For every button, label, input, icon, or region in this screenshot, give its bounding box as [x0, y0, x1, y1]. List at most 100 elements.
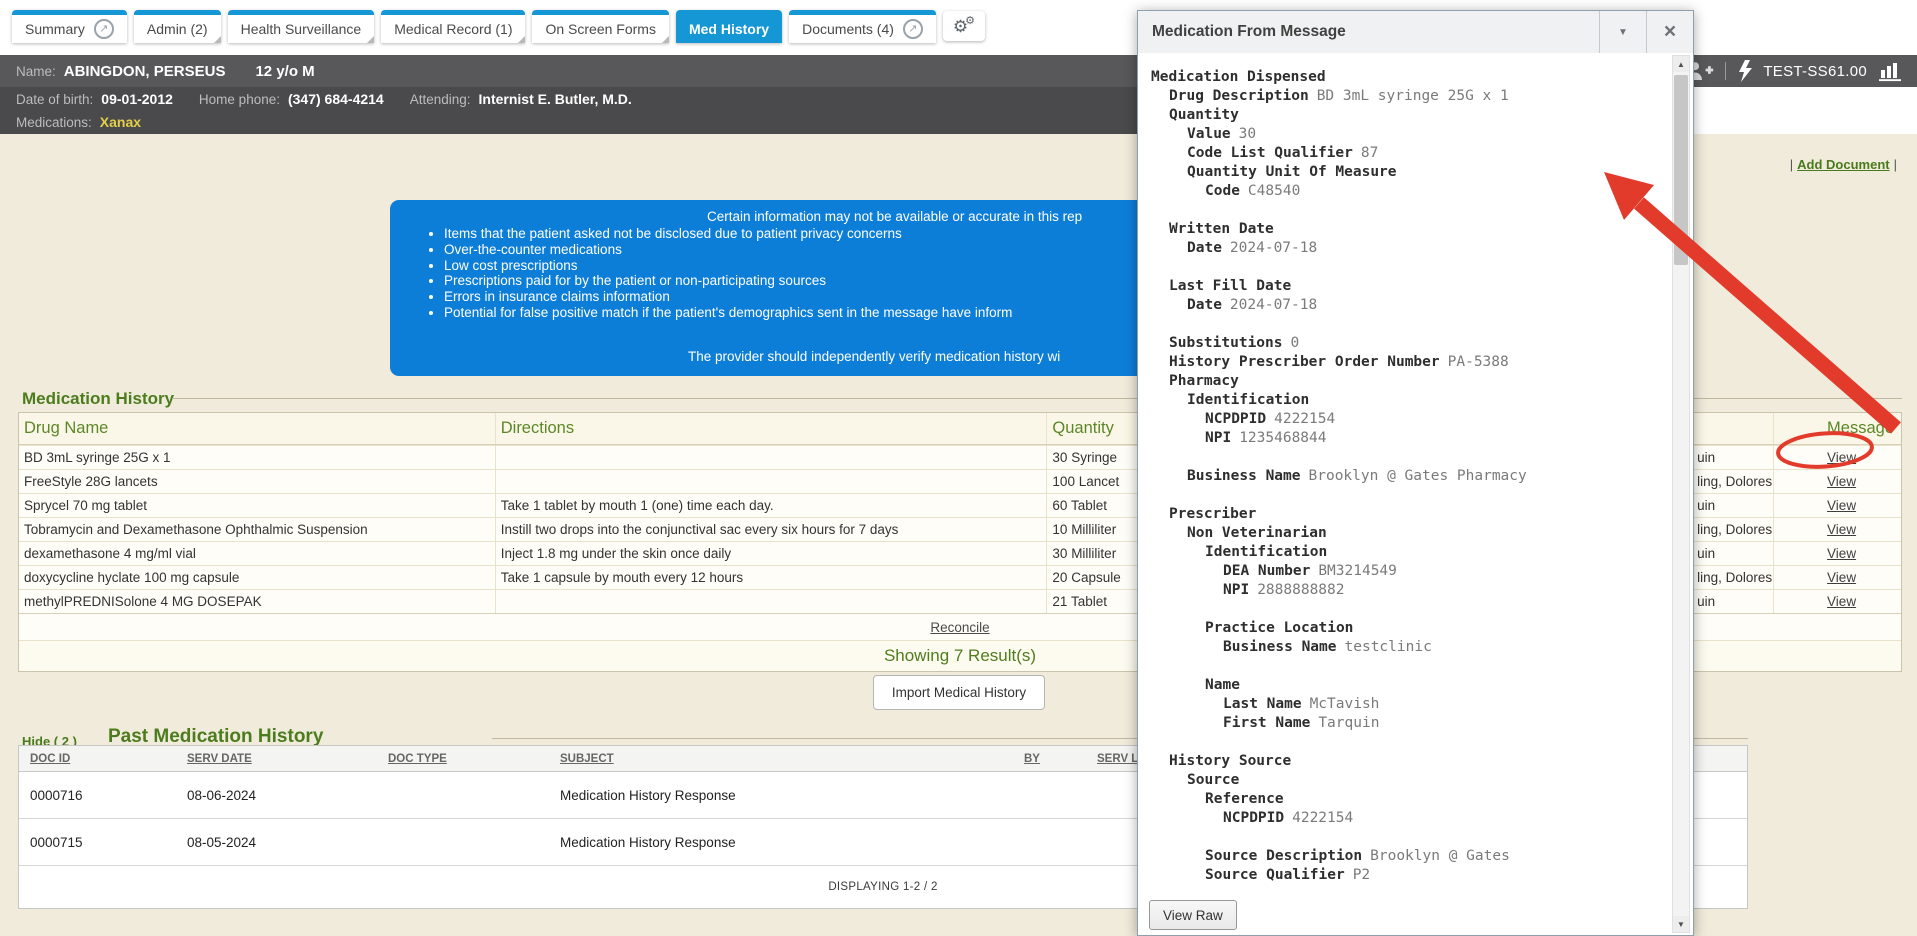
col-serv-date[interactable]: SERV DATE	[169, 746, 370, 771]
dialog-line: Identification	[1151, 391, 1659, 410]
field-label: NCPDPID	[1223, 810, 1284, 826]
field-label: Practice Location	[1205, 620, 1353, 636]
drug-name: dexamethasone 4 mg/ml vial	[19, 542, 495, 565]
view-raw-button[interactable]: View Raw	[1149, 900, 1237, 930]
view-message-link[interactable]: View	[1827, 570, 1856, 585]
by	[1004, 819, 1079, 865]
field-label: Code	[1205, 183, 1240, 199]
dialog-line: Code List Qualifier87	[1151, 144, 1659, 163]
dialog-line: Source Description Brooklyn @ Gates	[1151, 847, 1659, 866]
dialog-blank-line	[1151, 201, 1659, 220]
directions: Take 1 tablet by mouth 1 (one) time each…	[495, 494, 1047, 517]
dialog-blank-line	[1151, 486, 1659, 505]
drug-name: doxycycline hyclate 100 mg capsule	[19, 566, 495, 589]
field-label: NPI	[1223, 582, 1249, 598]
tab-med-history[interactable]: Med History	[676, 10, 782, 43]
add-document-link[interactable]: Add Document	[1797, 157, 1889, 172]
scrollbar-thumb[interactable]	[1674, 75, 1688, 265]
tab-admin[interactable]: Admin (2)	[134, 10, 221, 43]
dialog-blank-line	[1151, 828, 1659, 847]
doc-id: 0000716	[19, 772, 169, 818]
view-message-link[interactable]: View	[1827, 594, 1856, 609]
dialog-line: Drug DescriptionBD 3mL syringe 25G x 1	[1151, 87, 1659, 106]
dialog-collapse-button[interactable]: ▼	[1599, 11, 1646, 53]
field-label: Reference	[1205, 791, 1284, 807]
dialog-line: Source QualifierP2	[1151, 866, 1659, 885]
scroll-up-arrow-icon[interactable]: ▲	[1673, 56, 1689, 72]
notice-bullet: Potential for false positive match if th…	[444, 305, 1012, 321]
notice-bullet: Items that the patient asked not be disc…	[444, 226, 1012, 242]
tab-summary-label: Summary	[25, 21, 85, 37]
dialog-line: NPI1235468844	[1151, 429, 1659, 448]
settings-gears-button[interactable]: ⚙ ⚙	[943, 11, 985, 41]
lightning-icon[interactable]	[1737, 60, 1752, 82]
field-value: Brooklyn @ Gates	[1370, 848, 1510, 864]
field-label: NPI	[1205, 430, 1231, 446]
tab-med-history-label: Med History	[689, 21, 769, 37]
field-label: First Name	[1223, 715, 1310, 731]
tab-documents[interactable]: Documents (4) ↗	[789, 10, 936, 43]
external-link-circle-icon[interactable]: ↗	[94, 19, 114, 39]
view-message-link[interactable]: View	[1827, 498, 1856, 513]
notice-bullet: Over-the-counter medications	[444, 242, 1012, 258]
dialog-line: Name	[1151, 676, 1659, 695]
col-subject[interactable]: SUBJECT	[542, 746, 1004, 771]
dialog-line: Prescriber	[1151, 505, 1659, 524]
col-by[interactable]: BY	[1004, 746, 1079, 771]
doc-type	[370, 819, 542, 865]
view-message-link[interactable]: View	[1827, 450, 1856, 465]
home-phone-label: Home phone:	[199, 92, 280, 107]
directions	[495, 470, 1047, 493]
field-label: Substitutions	[1169, 335, 1283, 351]
notice-footer: The provider should independently verify…	[688, 349, 1060, 364]
field-label: Source Description	[1205, 848, 1362, 864]
patient-age-sex: 12 y/o M	[255, 63, 314, 80]
scroll-down-arrow-icon[interactable]: ▼	[1673, 916, 1689, 932]
external-link-circle-icon[interactable]: ↗	[903, 19, 923, 39]
field-label: NCPDPID	[1205, 411, 1266, 427]
attending-label: Attending:	[410, 92, 471, 107]
dialog-close-button[interactable]: ×	[1646, 11, 1693, 53]
tab-medical-record[interactable]: Medical Record (1)	[381, 10, 525, 43]
field-value: Brooklyn @ Gates Pharmacy	[1309, 468, 1527, 484]
attending-value: Internist E. Butler, M.D.	[479, 91, 632, 107]
home-phone-value: (347) 684-4214	[288, 91, 384, 107]
notice-bullet: Low cost prescriptions	[444, 258, 1012, 274]
reconcile-link[interactable]: Reconcile	[930, 620, 989, 635]
medications-label: Medications:	[16, 115, 92, 130]
dialog-scrollbar[interactable]: ▲ ▼	[1672, 55, 1690, 933]
directions	[495, 446, 1047, 469]
col-doc-id[interactable]: DOC ID	[19, 746, 169, 771]
dialog-line: Substitutions0	[1151, 334, 1659, 353]
view-message-link[interactable]: View	[1827, 522, 1856, 537]
view-message-link[interactable]: View	[1827, 474, 1856, 489]
field-value: PA-5388	[1448, 354, 1509, 370]
notice-bullet: Prescriptions paid for by the patient or…	[444, 273, 1012, 289]
dialog-line: Pharmacy	[1151, 372, 1659, 391]
drug-name: Sprycel 70 mg tablet	[19, 494, 495, 517]
dialog-line: NCPDPID4222154	[1151, 809, 1659, 828]
col-doc-type[interactable]: DOC TYPE	[370, 746, 542, 771]
field-label: Business Name	[1223, 639, 1337, 655]
screen: Summary ↗ Admin (2) Health Surveillance …	[0, 0, 1917, 936]
directions: Take 1 capsule by mouth every 12 hours	[495, 566, 1047, 589]
dialog-blank-line	[1151, 315, 1659, 334]
chart-icon[interactable]	[1878, 61, 1903, 82]
field-value: BD 3mL syringe 25G x 1	[1317, 88, 1509, 104]
dialog-line: CodeC48540	[1151, 182, 1659, 201]
tab-health-surveillance[interactable]: Health Surveillance	[228, 10, 375, 43]
dialog-line: DEA NumberBM3214549	[1151, 562, 1659, 581]
tab-on-screen-forms[interactable]: On Screen Forms	[532, 10, 668, 43]
dialog-title: Medication From Message	[1138, 23, 1599, 41]
import-medical-history-button[interactable]: Import Medical History	[873, 675, 1045, 710]
view-message-link[interactable]: View	[1827, 546, 1856, 561]
tab-on-screen-forms-label: On Screen Forms	[545, 21, 655, 37]
field-label: Written Date	[1169, 221, 1274, 237]
field-value: Tarquin	[1318, 715, 1379, 731]
tab-summary[interactable]: Summary ↗	[12, 10, 127, 43]
dialog-line: Business Nametestclinic	[1151, 638, 1659, 657]
medications-value[interactable]: Xanax	[100, 114, 141, 130]
field-label: Medication Dispensed	[1151, 69, 1326, 85]
dob-value: 09-01-2012	[101, 91, 173, 107]
directions	[495, 590, 1047, 613]
